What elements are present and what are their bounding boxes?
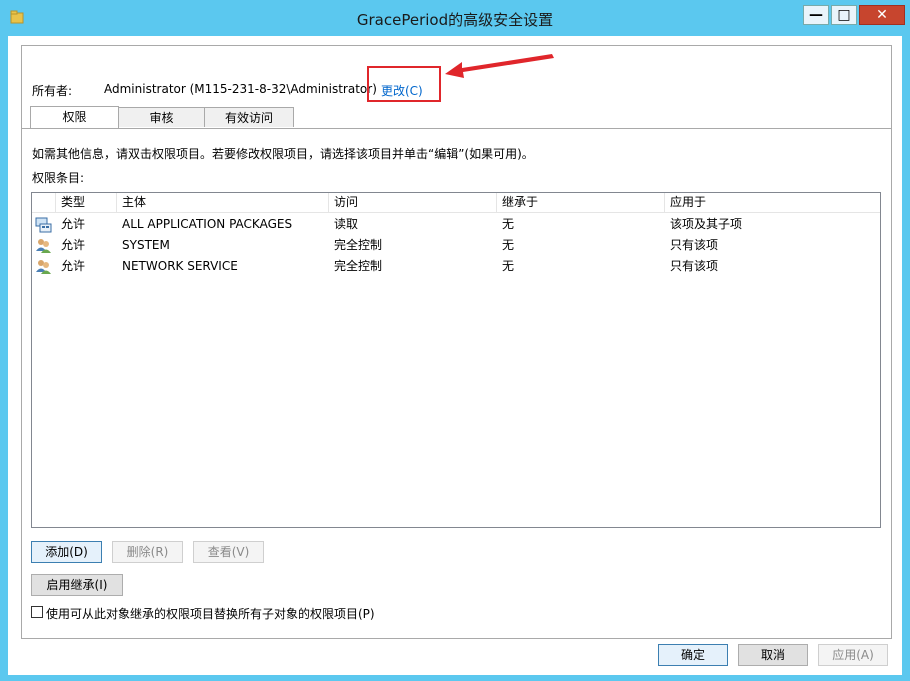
- table-row[interactable]: 允许 ALL APPLICATION PACKAGES 读取 无 该项及其子项: [32, 214, 880, 235]
- column-header-principal[interactable]: 主体: [117, 193, 329, 212]
- minimize-button[interactable]: —: [803, 5, 829, 25]
- tab-strip: 权限 审核 有效访问: [22, 106, 891, 129]
- permission-entries-list[interactable]: 类型 主体 访问 继承于 应用于 允许 ALL APPLICATION PACK…: [31, 192, 881, 528]
- column-header-access[interactable]: 访问: [329, 193, 497, 212]
- annotation-arrow-icon: [445, 54, 554, 78]
- cell-type: 允许: [61, 259, 86, 273]
- enable-inheritance-button[interactable]: 启用继承(I): [31, 574, 123, 596]
- add-button[interactable]: 添加(D): [31, 541, 102, 563]
- cell-access: 读取: [334, 217, 359, 231]
- dialog-window: GracePeriod的高级安全设置 — □ ✕ 所有者: Administra…: [0, 0, 910, 681]
- title-bar[interactable]: GracePeriod的高级安全设置 — □ ✕: [0, 0, 910, 36]
- table-row[interactable]: 允许 SYSTEM 完全控制 无 只有该项: [32, 235, 880, 256]
- dialog-body: 所有者: Administrator (M115-231-8-32\Admini…: [8, 36, 902, 675]
- cell-principal: ALL APPLICATION PACKAGES: [122, 217, 293, 231]
- owner-value: Administrator (M115-231-8-32\Administrat…: [104, 82, 377, 96]
- maximize-button[interactable]: □: [831, 5, 857, 25]
- cell-inherited: 无: [502, 217, 515, 231]
- remove-button[interactable]: 删除(R): [112, 541, 183, 563]
- tab-permissions[interactable]: 权限: [30, 106, 119, 128]
- cell-access: 完全控制: [334, 259, 383, 273]
- cell-access: 完全控制: [334, 238, 383, 252]
- info-text: 如需其他信息，请双击权限项目。若要修改权限项目，请选择该项目并单击“编辑”(如果…: [32, 147, 534, 161]
- list-header: 类型 主体 访问 继承于 应用于: [32, 193, 880, 213]
- close-button[interactable]: ✕: [859, 5, 905, 25]
- replace-child-permissions-checkbox[interactable]: [31, 606, 43, 618]
- cell-principal: NETWORK SERVICE: [122, 259, 238, 273]
- cell-applies: 只有该项: [670, 238, 719, 252]
- cell-type: 允许: [61, 217, 86, 231]
- annotation-highlight-box: [367, 66, 441, 102]
- app-packages-icon: [35, 217, 52, 233]
- view-button[interactable]: 查看(V): [193, 541, 264, 563]
- owner-label: 所有者:: [32, 84, 73, 98]
- cell-applies: 该项及其子项: [670, 217, 743, 231]
- user-group-icon: [36, 239, 51, 253]
- cell-inherited: 无: [502, 238, 515, 252]
- column-header-applies[interactable]: 应用于: [665, 193, 880, 212]
- tab-auditing[interactable]: 审核: [118, 107, 205, 127]
- replace-child-permissions-label: 使用可从此对象继承的权限项目替换所有子对象的权限项目(P): [46, 607, 375, 621]
- cell-inherited: 无: [502, 259, 515, 273]
- cell-principal: SYSTEM: [122, 238, 170, 252]
- column-header-inherited[interactable]: 继承于: [497, 193, 665, 212]
- tab-effective-access[interactable]: 有效访问: [204, 107, 294, 127]
- apply-button[interactable]: 应用(A): [818, 644, 888, 666]
- ok-button[interactable]: 确定: [658, 644, 728, 666]
- settings-frame: 所有者: Administrator (M115-231-8-32\Admini…: [21, 45, 892, 639]
- cell-applies: 只有该项: [670, 259, 719, 273]
- table-row[interactable]: 允许 NETWORK SERVICE 完全控制 无 只有该项: [32, 256, 880, 277]
- column-header-type[interactable]: 类型: [56, 193, 117, 212]
- user-group-icon: [36, 260, 51, 274]
- column-header-icon: [32, 193, 56, 212]
- entries-label: 权限条目:: [32, 171, 85, 185]
- tab-divider: [22, 128, 891, 129]
- cell-type: 允许: [61, 238, 86, 252]
- cancel-button[interactable]: 取消: [738, 644, 808, 666]
- window-title: GracePeriod的高级安全设置: [356, 11, 554, 29]
